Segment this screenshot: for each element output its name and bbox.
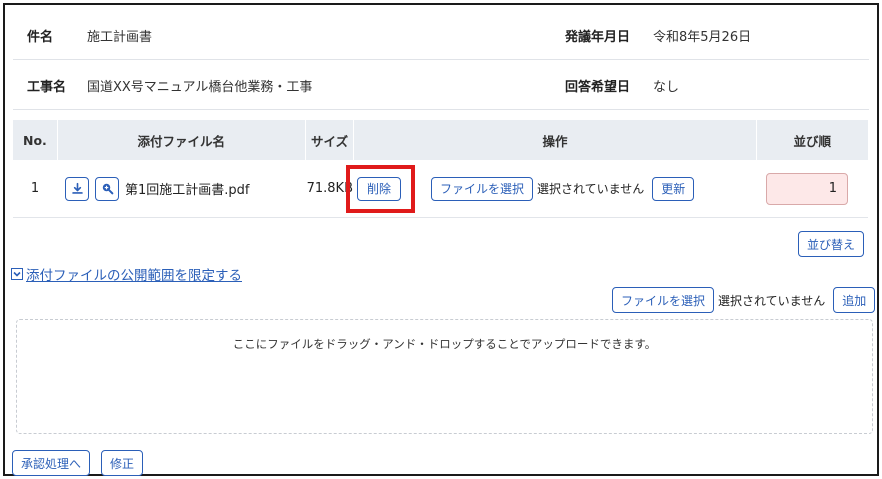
subject-label: 件名 [27,29,54,45]
info-row-subject: 件名 施工計画書 発議年月日 令和8年5月26日 [13,13,869,60]
issue-date-value: 令和8年5月26日 [653,29,752,45]
header-no: No. [22,132,47,148]
scope-toggle[interactable]: 添付ファイルの公開範囲を限定する [11,264,242,284]
upload-choose-file-button[interactable]: ファイルを選択 [612,287,715,313]
header-size: サイズ [310,133,349,149]
add-button[interactable]: 追加 [833,287,876,313]
row-no: 1 [30,181,40,196]
issue-date-label: 発議年月日 [565,29,631,45]
info-row-project: 工事名 国道XX号マニュアル橋台他業務・工事 回答希望日 なし [13,63,869,110]
zoom-in-icon [102,183,113,195]
subject-value: 施工計画書 [87,29,153,45]
drop-zone[interactable]: ここにファイルをドラッグ・アンド・ドロップすることでアップロードできます。 [16,319,873,434]
edit-button[interactable]: 修正 [101,450,144,476]
file-status: 選択されていません [537,182,645,196]
project-label: 工事名 [27,79,67,95]
update-button[interactable]: 更新 [652,176,695,201]
download-button[interactable] [65,176,89,201]
upload-status: 選択されていません [718,293,826,308]
highlight-box [346,165,415,213]
reply-date-label: 回答希望日 [565,79,631,95]
header-ops: 操作 [542,133,568,149]
attachment-table: No. 添付ファイル名 サイズ 操作 並び順 1 第1回施工計画書.pdf 71… [13,120,868,218]
row-file-cell: 第1回施工計画書.pdf [57,176,305,201]
collapse-box-icon [11,268,23,280]
page-frame: 件名 施工計画書 発議年月日 令和8年5月26日 工事名 国道XX号マニュアル橋… [3,3,879,476]
header-file: 添付ファイル名 [137,133,225,149]
preview-button[interactable] [95,176,119,201]
reply-date-value: なし [653,79,680,95]
table-header: No. 添付ファイル名 サイズ 操作 並び順 [13,120,868,160]
order-input[interactable] [766,172,848,205]
choose-file-button[interactable]: ファイルを選択 [431,176,534,201]
table-row: 1 第1回施工計画書.pdf 71.8KB 削除 ファイルを選択 選択されていま… [13,160,868,218]
upload-bar: ファイルを選択 選択されていません 追加 [612,287,876,313]
file-name: 第1回施工計画書.pdf [125,183,250,198]
project-value: 国道XX号マニュアル橋台他業務・工事 [87,79,313,95]
row-order-cell [756,172,868,205]
scope-link[interactable]: 添付ファイルの公開範囲を限定する [26,264,242,284]
download-icon [71,182,83,194]
drop-zone-text: ここにファイルをドラッグ・アンド・ドロップすることでアップロードできます。 [232,337,657,351]
header-order: 並び順 [793,133,832,149]
approve-button[interactable]: 承認処理へ [12,450,91,476]
sort-button[interactable]: 並び替え [798,231,865,257]
